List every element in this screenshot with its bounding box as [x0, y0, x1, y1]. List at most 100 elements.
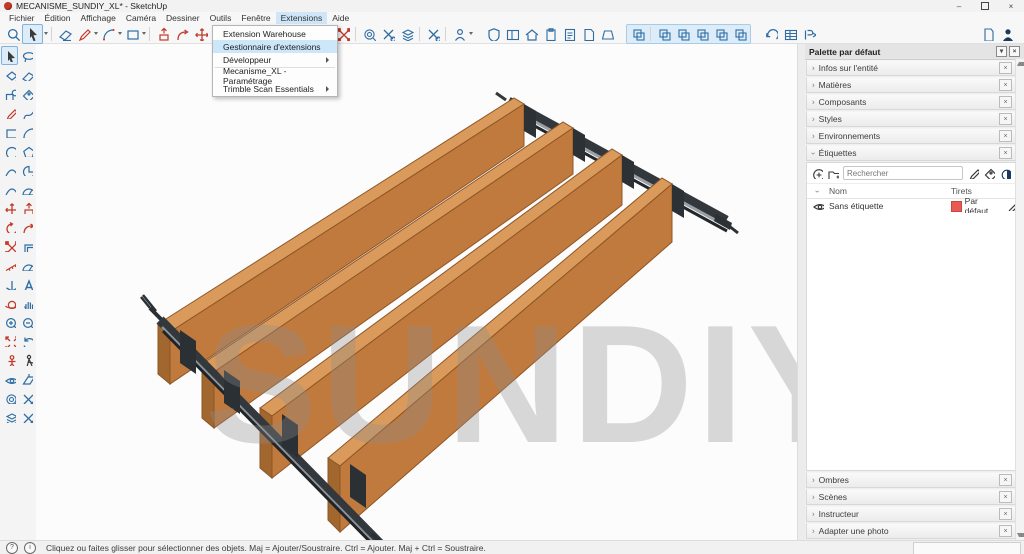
tool-lasso[interactable] — [18, 46, 35, 65]
column-tirets[interactable]: Tirets — [951, 186, 1015, 196]
close-icon[interactable]: × — [999, 525, 1012, 537]
account-dropdown-caret[interactable] — [469, 32, 473, 35]
tool-zoom[interactable] — [1, 312, 18, 331]
tool-zoom-extents[interactable] — [1, 331, 18, 350]
export-button[interactable] — [799, 25, 818, 43]
tool-geolocation[interactable] — [1, 388, 18, 407]
tool-position-camera[interactable] — [1, 350, 18, 369]
close-icon[interactable]: × — [999, 474, 1012, 486]
tool-component[interactable] — [1, 84, 18, 103]
account-button[interactable] — [449, 25, 468, 43]
follow-me-tool-button[interactable] — [172, 25, 191, 43]
tool-arc[interactable] — [18, 122, 35, 141]
tag-color-swatch[interactable] — [951, 201, 962, 212]
select-tool-button[interactable] — [22, 24, 43, 44]
panel-window-button[interactable] — [502, 25, 521, 43]
tool-follow-me[interactable] — [18, 217, 35, 236]
section-materials[interactable]: ›Matières× — [806, 77, 1016, 93]
select-dropdown-caret[interactable] — [44, 32, 48, 35]
menu-fichier[interactable]: Fichier — [4, 12, 40, 24]
tool-pan[interactable] — [18, 293, 35, 312]
home-button[interactable] — [521, 25, 540, 43]
section-components[interactable]: ›Composants× — [806, 94, 1016, 110]
rectangle-tool-button[interactable] — [122, 25, 141, 43]
tag-row-sans-etiquette[interactable]: Sans étiquette Par défaut — [807, 199, 1015, 213]
tool-rectangle[interactable] — [1, 122, 18, 141]
menu-affichage[interactable]: Affichage — [76, 12, 121, 24]
section-entity-info[interactable]: ›Infos sur l'entité× — [806, 60, 1016, 76]
rectangle-dropdown-caret[interactable] — [142, 32, 146, 35]
close-icon[interactable]: × — [999, 491, 1012, 503]
line-tool-button[interactable] — [74, 25, 93, 43]
pin-icon[interactable]: ▾ — [996, 46, 1007, 57]
close-button[interactable]: × — [998, 0, 1024, 12]
menu-aide[interactable]: Aide — [327, 12, 354, 24]
eraser-tool-button[interactable] — [55, 25, 74, 43]
menu-item-trimble-scan[interactable]: Trimble Scan Essentials — [213, 82, 337, 95]
tool-offset[interactable] — [18, 236, 35, 255]
section-instructor[interactable]: ›Instructeur× — [806, 506, 1016, 522]
help-icon[interactable]: ? — [6, 542, 18, 554]
tool-freehand[interactable] — [18, 103, 35, 122]
ext-search-button[interactable] — [359, 25, 378, 43]
tool-push-pull[interactable] — [18, 198, 35, 217]
push-pull-tool-button[interactable] — [153, 25, 172, 43]
title-bar[interactable]: MECANISME_SUNDIY_XL* - SketchUp – × — [0, 0, 1024, 12]
tool-look-around[interactable] — [1, 369, 18, 388]
overlap-4-button[interactable] — [692, 25, 711, 43]
close-icon[interactable]: × — [999, 96, 1012, 108]
maximize-button[interactable] — [972, 0, 998, 12]
overlap-6-button[interactable] — [730, 25, 749, 43]
clipboard-button[interactable] — [540, 25, 559, 43]
scroll-up-icon[interactable] — [1017, 62, 1024, 66]
menu-edition[interactable]: Édition — [40, 12, 76, 24]
menu-item-mecanisme-xl[interactable]: Mecanisme_XL - Paramétrage — [213, 69, 337, 82]
tool-line[interactable] — [1, 103, 18, 122]
menu-outils[interactable]: Outils — [205, 12, 237, 24]
menu-extensions[interactable]: Extensions — [276, 12, 328, 24]
tool-3d-text[interactable] — [18, 274, 35, 293]
tool-walk[interactable] — [18, 350, 35, 369]
tool-circle[interactable] — [1, 141, 18, 160]
section-styles[interactable]: ›Styles× — [806, 111, 1016, 127]
tool-pie[interactable] — [18, 160, 35, 179]
close-icon[interactable]: × — [999, 62, 1012, 74]
section-scenes[interactable]: ›Scènes× — [806, 489, 1016, 505]
tags-search-input[interactable] — [843, 166, 963, 180]
tool-move[interactable] — [1, 198, 18, 217]
column-nom[interactable]: Nom — [829, 186, 951, 196]
tool-protractor[interactable] — [18, 255, 35, 274]
menu-item-gestionnaire-extensions[interactable]: Gestionnaire d'extensions — [213, 40, 337, 53]
undo-button[interactable] — [761, 25, 780, 43]
menu-camera[interactable]: Caméra — [121, 12, 161, 24]
ext-layers-button[interactable] — [397, 25, 416, 43]
close-icon[interactable]: × — [999, 130, 1012, 142]
edit-pencil-icon[interactable] — [967, 167, 979, 179]
tool-flip-2[interactable] — [18, 407, 35, 426]
close-icon[interactable]: × — [999, 79, 1012, 91]
document-lines-button[interactable] — [559, 25, 578, 43]
add-tag-folder-icon[interactable] — [827, 167, 839, 179]
minimize-button[interactable]: – — [946, 0, 972, 12]
tool-rotate[interactable] — [1, 217, 18, 236]
tool-orbit[interactable] — [1, 293, 18, 312]
tool-previous-view[interactable] — [18, 331, 35, 350]
visibility-eye-icon[interactable] — [812, 199, 824, 211]
overlap-5-button[interactable] — [711, 25, 730, 43]
tag-icon[interactable] — [983, 167, 995, 179]
ext-flip2-button[interactable] — [423, 25, 442, 43]
purge-icon[interactable] — [999, 167, 1011, 179]
tool-two-point-arc[interactable] — [1, 160, 18, 179]
section-shadows[interactable]: ›Ombres× — [806, 472, 1016, 488]
add-tag-icon[interactable] — [811, 167, 823, 179]
model-viewport[interactable]: SUNDIY — [36, 44, 797, 540]
section-match-photo[interactable]: ›Adapter une photo× — [806, 523, 1016, 539]
menu-item-extension-warehouse[interactable]: Extension Warehouse — [213, 27, 337, 40]
tool-axes[interactable] — [1, 274, 18, 293]
tag-name[interactable]: Sans étiquette — [829, 201, 951, 211]
tray-close-icon[interactable]: × — [1009, 46, 1020, 57]
tool-flip[interactable] — [18, 388, 35, 407]
tool-layers[interactable] — [1, 407, 18, 426]
trapezoid-button[interactable] — [597, 25, 616, 43]
menu-dessiner[interactable]: Dessiner — [161, 12, 205, 24]
